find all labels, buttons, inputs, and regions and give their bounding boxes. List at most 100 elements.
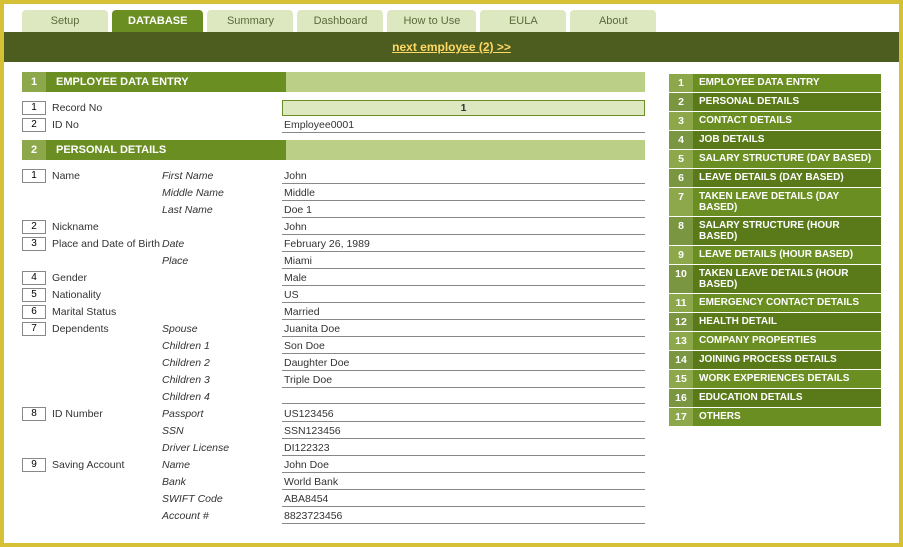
row-num-empty — [22, 424, 46, 438]
section-tail — [286, 72, 645, 92]
value-swift[interactable]: ABA8454 — [282, 492, 645, 507]
nav-leave-hour[interactable]: LEAVE DETAILS (HOUR BASED) — [693, 246, 881, 264]
section-title: EMPLOYEE DATA ENTRY — [46, 72, 286, 92]
next-employee-link[interactable]: next employee (2) >> — [392, 40, 511, 54]
nav-taken-leave-hour[interactable]: TAKEN LEAVE DETAILS (HOUR BASED) — [693, 265, 881, 293]
sublabel-passport: Passport — [162, 408, 282, 420]
value-dl[interactable]: DI122323 — [282, 441, 645, 456]
nav-num: 17 — [669, 408, 693, 426]
sublabel-lastname: Last Name — [162, 204, 282, 216]
nav-emergency-contact[interactable]: EMERGENCY CONTACT DETAILS — [693, 294, 881, 312]
value-birth-date[interactable]: February 26, 1989 — [282, 237, 645, 252]
tab-eula[interactable]: EULA — [480, 10, 566, 32]
value-spouse[interactable]: Juanita Doe — [282, 322, 645, 337]
nav-num: 1 — [669, 74, 693, 92]
nav-taken-leave-day[interactable]: TAKEN LEAVE DETAILS (DAY BASED) — [693, 188, 881, 216]
nav-employee-data-entry[interactable]: EMPLOYEE DATA ENTRY — [693, 74, 881, 92]
link-bar: next employee (2) >> — [4, 32, 899, 62]
row-num-empty — [22, 254, 46, 268]
sublabel-swift: SWIFT Code — [162, 493, 282, 505]
row-num-empty — [22, 492, 46, 506]
nav-others[interactable]: OTHERS — [693, 408, 881, 426]
sublabel-date: Date — [162, 238, 282, 250]
label-nickname: Nickname — [52, 221, 162, 233]
value-birth-place[interactable]: Miami — [282, 254, 645, 269]
sublabel-ssn: SSN — [162, 425, 282, 437]
label-idnumber: ID Number — [52, 408, 162, 420]
value-id-no[interactable]: Employee0001 — [282, 118, 645, 133]
nav-salary-day[interactable]: SALARY STRUCTURE (DAY BASED) — [693, 150, 881, 168]
value-c4[interactable] — [282, 390, 645, 404]
row-num-empty — [22, 186, 46, 200]
sublabel-c1: Children 1 — [162, 340, 282, 352]
nav-num: 16 — [669, 389, 693, 407]
tab-about[interactable]: About — [570, 10, 656, 32]
tab-dashboard[interactable]: Dashboard — [297, 10, 383, 32]
row-num-empty — [22, 509, 46, 523]
row-num: 6 — [22, 305, 46, 319]
value-nickname[interactable]: John — [282, 220, 645, 235]
nav-num: 7 — [669, 188, 693, 216]
label-marital: Marital Status — [52, 306, 162, 318]
sublabel-firstname: First Name — [162, 170, 282, 182]
row-num: 4 — [22, 271, 46, 285]
value-c3[interactable]: Triple Doe — [282, 373, 645, 388]
sublabel-spouse: Spouse — [162, 323, 282, 335]
sublabel-middlename: Middle Name — [162, 187, 282, 199]
value-lastname[interactable]: Doe 1 — [282, 203, 645, 218]
tab-setup[interactable]: Setup — [22, 10, 108, 32]
value-bank[interactable]: World Bank — [282, 475, 645, 490]
tab-database[interactable]: DATABASE — [112, 10, 203, 32]
label-name: Name — [52, 170, 162, 182]
value-acct[interactable]: 8823723456 — [282, 509, 645, 524]
nav-num: 4 — [669, 131, 693, 149]
nav-leave-day[interactable]: LEAVE DETAILS (DAY BASED) — [693, 169, 881, 187]
value-marital[interactable]: Married — [282, 305, 645, 320]
nav-num: 12 — [669, 313, 693, 331]
tab-bar: Setup DATABASE Summary Dashboard How to … — [4, 4, 899, 32]
label-birth: Place and Date of Birth — [52, 238, 162, 250]
row-num: 3 — [22, 237, 46, 251]
value-saving-name[interactable]: John Doe — [282, 458, 645, 473]
row-num: 1 — [22, 101, 46, 115]
label-record-no: Record No — [52, 102, 162, 114]
section-header-1: 1 EMPLOYEE DATA ENTRY — [22, 72, 645, 92]
row-num: 5 — [22, 288, 46, 302]
tab-howtouse[interactable]: How to Use — [387, 10, 476, 32]
sublabel-sname: Name — [162, 459, 282, 471]
value-gender[interactable]: Male — [282, 271, 645, 286]
nav-health-detail[interactable]: HEALTH DETAIL — [693, 313, 881, 331]
nav-salary-hour[interactable]: SALARY STRUCTURE (HOUR BASED) — [693, 217, 881, 245]
nav-num: 10 — [669, 265, 693, 293]
nav-num: 8 — [669, 217, 693, 245]
value-record-no[interactable]: 1 — [282, 100, 645, 116]
nav-num: 14 — [669, 351, 693, 369]
value-middlename[interactable]: Middle — [282, 186, 645, 201]
row-num-empty — [22, 356, 46, 370]
nav-job-details[interactable]: JOB DETAILS — [693, 131, 881, 149]
row-num-empty — [22, 203, 46, 217]
value-passport[interactable]: US123456 — [282, 407, 645, 422]
row-num-empty — [22, 373, 46, 387]
sublabel-dl: Driver License — [162, 442, 282, 454]
nav-num: 5 — [669, 150, 693, 168]
nav-personal-details[interactable]: PERSONAL DETAILS — [693, 93, 881, 111]
value-firstname[interactable]: John — [282, 169, 645, 184]
nav-company-properties[interactable]: COMPANY PROPERTIES — [693, 332, 881, 350]
nav-work-experiences[interactable]: WORK EXPERIENCES DETAILS — [693, 370, 881, 388]
nav-education-details[interactable]: EDUCATION DETAILS — [693, 389, 881, 407]
value-nationality[interactable]: US — [282, 288, 645, 303]
nav-joining-process[interactable]: JOINING PROCESS DETAILS — [693, 351, 881, 369]
row-num: 2 — [22, 220, 46, 234]
row-num-empty — [22, 390, 46, 404]
section-num: 1 — [22, 72, 46, 92]
value-c2[interactable]: Daughter Doe — [282, 356, 645, 371]
sublabel-acct: Account # — [162, 510, 282, 522]
sublabel-place: Place — [162, 255, 282, 267]
tab-summary[interactable]: Summary — [207, 10, 293, 32]
main-form: 1 EMPLOYEE DATA ENTRY 1 Record No 1 2 ID… — [22, 72, 645, 525]
value-c1[interactable]: Son Doe — [282, 339, 645, 354]
value-ssn[interactable]: SSN123456 — [282, 424, 645, 439]
nav-num: 9 — [669, 246, 693, 264]
nav-contact-details[interactable]: CONTACT DETAILS — [693, 112, 881, 130]
